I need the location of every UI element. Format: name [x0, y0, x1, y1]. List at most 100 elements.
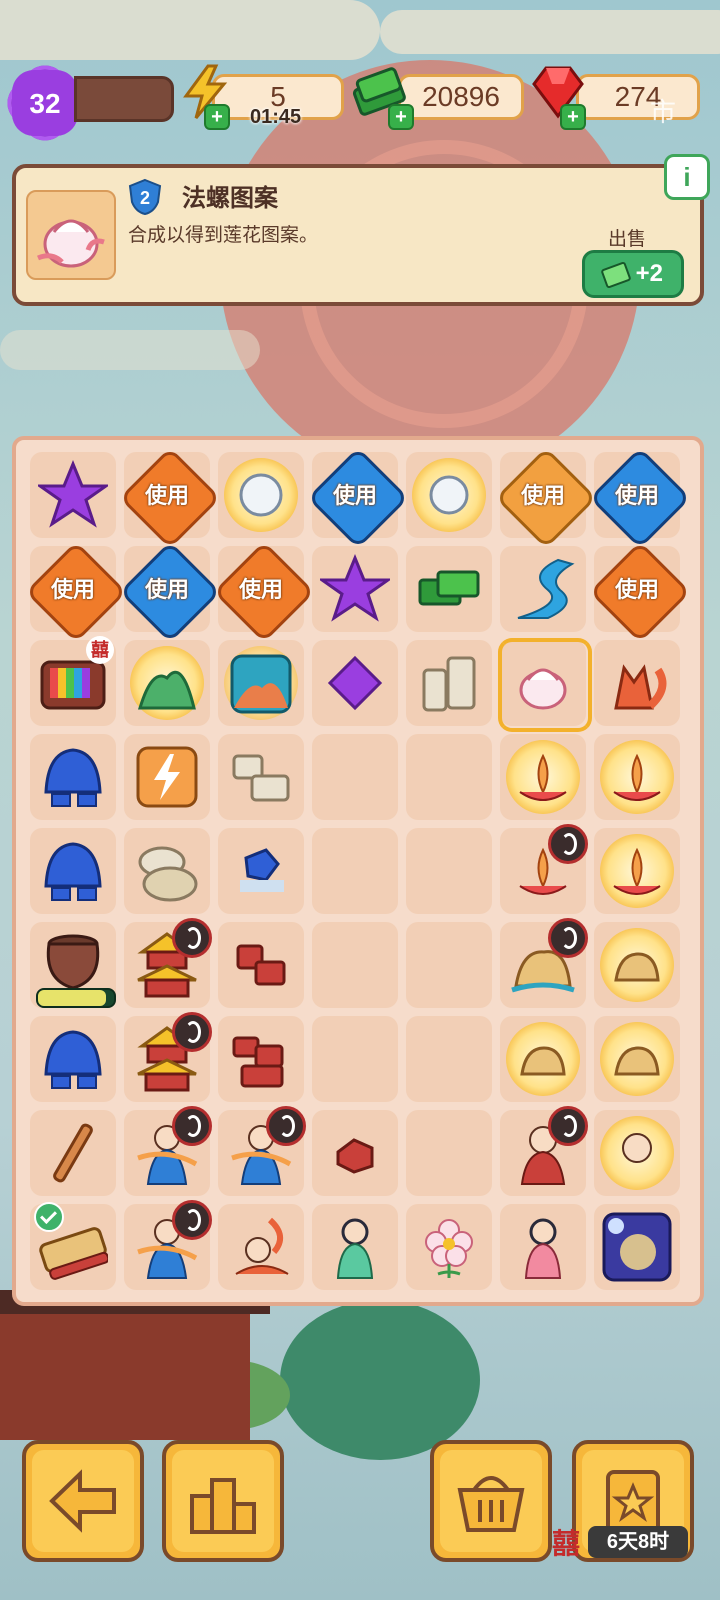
board-cell[interactable] [30, 922, 116, 1008]
board-cell[interactable]: 使用 [589, 447, 691, 549]
board-cell[interactable] [124, 828, 210, 914]
board-cell[interactable] [124, 640, 210, 726]
board-cell[interactable]: 使用 [25, 541, 127, 643]
board-cell[interactable]: 使用 [119, 447, 221, 549]
board-cell[interactable] [30, 1202, 116, 1290]
board-cell-empty[interactable] [406, 1110, 492, 1196]
use-label: 使用 [238, 577, 283, 602]
board-cell[interactable] [124, 734, 210, 820]
board-cell[interactable] [406, 640, 492, 726]
board-cell[interactable] [218, 452, 304, 538]
board-cell[interactable]: 使用 [589, 541, 691, 643]
energy-landscape-icon [136, 746, 198, 808]
board-cell[interactable] [218, 1204, 304, 1290]
board-cell[interactable] [594, 1016, 680, 1102]
board-cell-empty[interactable] [406, 828, 492, 914]
board-cell[interactable] [594, 1204, 680, 1290]
lock-icon [172, 1106, 212, 1146]
board-cell[interactable] [312, 640, 398, 726]
event-timer-badge[interactable]: 囍 6天8时 [552, 1522, 692, 1562]
board-cell[interactable] [30, 734, 116, 820]
board-cell[interactable] [124, 1012, 212, 1102]
board-cell[interactable]: 使用 [213, 541, 315, 643]
board-cell[interactable]: 使用 [307, 447, 409, 549]
lotus-icon [519, 753, 567, 801]
cash-counter: 20896 [398, 74, 524, 120]
board-cell[interactable]: 囍 [30, 636, 116, 726]
board-cell[interactable] [594, 734, 680, 820]
back-arrow-icon [49, 1469, 116, 1533]
red-brick-pile-icon [232, 1036, 284, 1088]
board-cell[interactable]: 使用 [119, 541, 221, 643]
board-cell[interactable] [406, 452, 492, 538]
board-cell[interactable] [30, 1110, 116, 1196]
girl-icon [524, 1218, 562, 1279]
item-title: 法螺图案 [182, 185, 278, 212]
lock-icon [548, 918, 588, 958]
add-cash-button[interactable]: + [388, 104, 414, 130]
board-cell-empty[interactable] [312, 828, 398, 914]
shield-icon: 2 [128, 178, 162, 216]
board-cell[interactable] [30, 828, 116, 914]
pearl-icon [239, 473, 283, 517]
board-cell[interactable] [500, 1204, 586, 1290]
back-button[interactable] [22, 1440, 144, 1562]
energy-timer: 01:45 [250, 106, 302, 128]
board-cell-empty[interactable] [406, 922, 492, 1008]
shop-basket-button[interactable] [430, 1440, 552, 1562]
tv-badge: 囍 [86, 636, 114, 664]
leaderboard-button[interactable] [162, 1440, 284, 1562]
info-icon[interactable]: i [664, 154, 710, 200]
musician-icon [622, 1133, 652, 1163]
board-cell[interactable] [124, 1200, 212, 1290]
board-cell[interactable] [124, 1106, 212, 1196]
board-cell[interactable] [312, 546, 398, 632]
pearl-icon [429, 475, 469, 515]
flying-dancer-icon [235, 1217, 289, 1275]
board-cell[interactable] [218, 640, 304, 726]
add-energy-button[interactable]: + [204, 104, 230, 130]
board-cell[interactable] [500, 1106, 588, 1196]
board-cell-selected[interactable] [498, 638, 592, 732]
sell-button[interactable]: +2 [582, 250, 684, 298]
board-cell[interactable] [594, 640, 680, 726]
board-cell-empty[interactable] [406, 1016, 492, 1102]
board-cell[interactable] [124, 918, 212, 1008]
stone-icon [422, 656, 476, 712]
overlay-text: 市 [650, 97, 677, 127]
board-cell[interactable] [594, 1110, 680, 1196]
board-cell[interactable]: 使用 [495, 447, 597, 549]
board-cell[interactable] [312, 1110, 398, 1196]
board-cell[interactable] [406, 546, 492, 632]
basket-icon [457, 1476, 525, 1532]
player-level-badge[interactable]: 32 [0, 56, 92, 150]
board-cell[interactable] [406, 1204, 492, 1290]
board-cell[interactable] [594, 828, 680, 914]
board-cell[interactable] [500, 546, 586, 632]
board-cell[interactable] [30, 452, 116, 538]
use-label: 使用 [614, 577, 659, 602]
event-icon: 囍 [552, 1528, 581, 1559]
board-cell-empty[interactable] [312, 1016, 398, 1102]
lock-icon [548, 824, 588, 864]
board-cell[interactable] [500, 824, 588, 914]
board-cell[interactable] [500, 1016, 586, 1102]
landscape-icon [230, 654, 292, 714]
merge-board: 使用 使用 使用 使用 使用 使用 使用 使用 囍 [12, 436, 704, 1306]
item-info-panel: 2 法螺图案 合成以得到莲花图案。 出售 +2 i [12, 154, 710, 306]
board-cell[interactable] [500, 734, 586, 820]
board-cell[interactable] [218, 1016, 304, 1102]
board-cell[interactable] [30, 1016, 116, 1102]
board-cell[interactable] [218, 828, 304, 914]
board-cell-empty[interactable] [312, 734, 398, 820]
add-gem-button[interactable]: + [560, 104, 586, 130]
board-cell[interactable] [500, 918, 588, 1008]
purple-star-icon [38, 460, 108, 528]
board-cell-empty[interactable] [312, 922, 398, 1008]
board-cell[interactable] [218, 922, 304, 1008]
board-cell[interactable] [218, 734, 304, 820]
board-cell[interactable] [312, 1204, 398, 1290]
board-cell-empty[interactable] [406, 734, 492, 820]
board-cell[interactable] [594, 922, 680, 1008]
board-cell[interactable] [218, 1106, 306, 1196]
